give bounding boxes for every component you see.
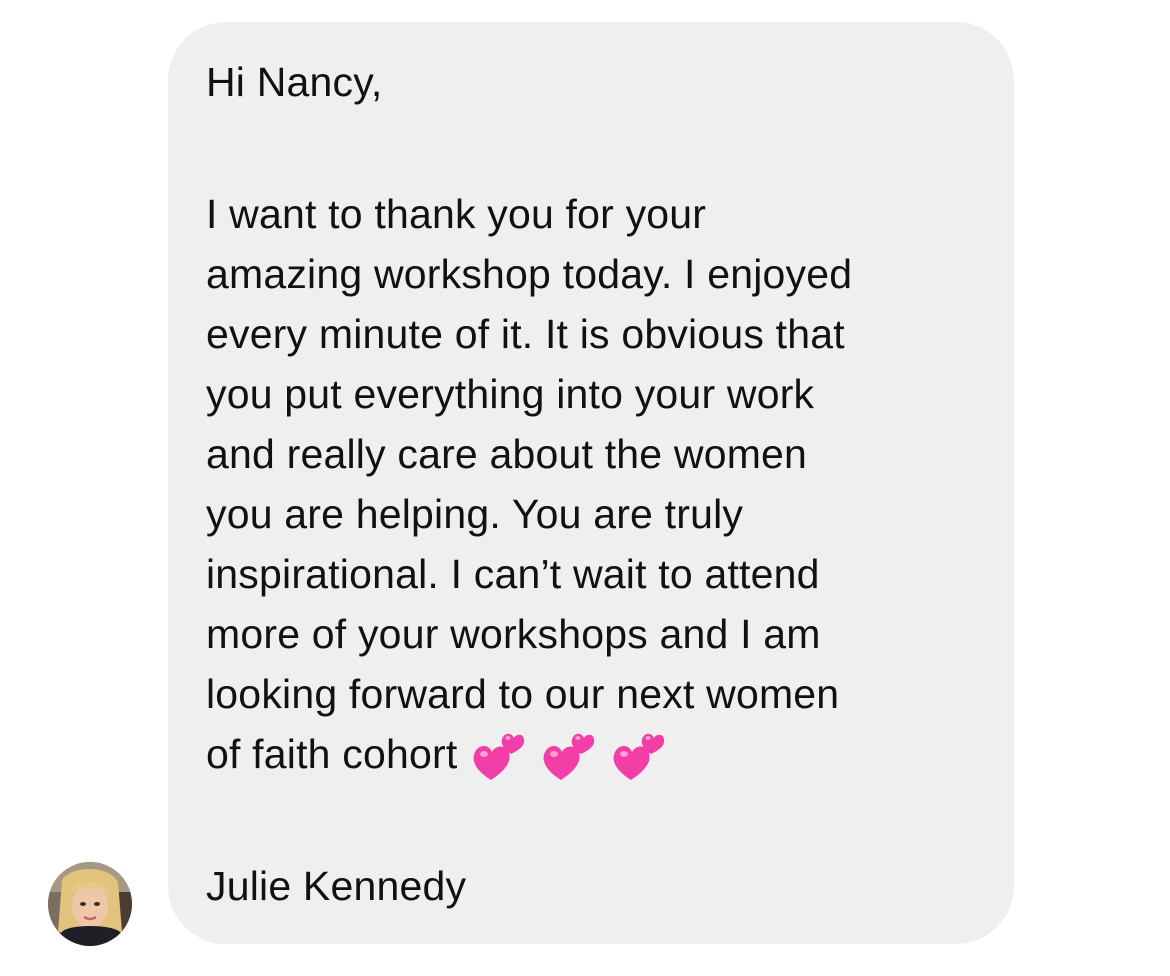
emoji-group [471,724,665,784]
message-row: Hi Nancy, I want to thank you for your a… [0,0,1170,976]
message-body: I want to thank you for your amazing wor… [206,184,852,784]
message-bubble[interactable]: Hi Nancy, I want to thank you for your a… [168,22,1014,944]
two-hearts-icon [613,733,665,780]
two-hearts-icon [473,733,525,780]
avatar-photo-icon [48,862,132,946]
two-hearts-icon [543,733,595,780]
message-line: and really care about the women [206,431,808,477]
message-line: looking forward to our next women [206,671,840,717]
message-greeting: Hi Nancy, [206,59,383,105]
message-line: amazing workshop today. I enjoyed [206,251,853,297]
message-line: you are helping. You are truly [206,491,744,537]
message-line: of faith cohort [206,731,458,777]
sender-avatar[interactable] [48,862,132,946]
message-line: inspirational. I can’t wait to attend [206,551,820,597]
message-line: every minute of it. It is obvious that [206,311,845,357]
message-line: I want to thank you for your [206,191,707,237]
message-line: you put everything into your work [206,371,815,417]
message-last-line: of faith cohort [206,724,852,784]
message-line: more of your workshops and I am [206,611,821,657]
message-signature: Julie Kennedy [206,863,467,909]
